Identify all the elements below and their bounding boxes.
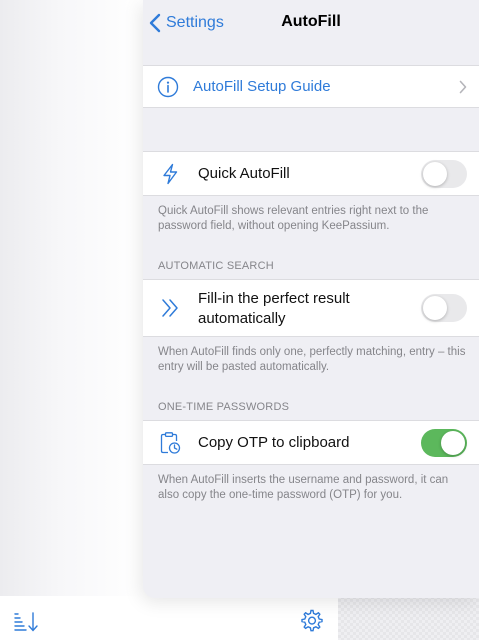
info-icon (157, 76, 179, 98)
copy-otp-toggle[interactable] (421, 429, 467, 457)
otp-header: ONE-TIME PASSWORDS (158, 401, 290, 413)
automatic-search-footer: When AutoFill finds only one, perfectly … (158, 346, 466, 373)
copy-otp-row: Copy OTP to clipboard (143, 420, 479, 465)
copy-otp-label: Copy OTP to clipboard (198, 434, 350, 451)
chevron-right-icon (459, 80, 467, 94)
toggle-knob (423, 296, 447, 320)
perfect-result-label: Fill-in the perfect result automatically (198, 290, 350, 327)
bolt-icon (163, 163, 178, 185)
quick-autofill-footer: Quick AutoFill shows relevant entries ri… (158, 205, 429, 232)
page-title: AutoFill (281, 13, 341, 30)
autofill-settings-popover: Settings AutoFill AutoFill Setup Guide Q… (143, 0, 479, 598)
double-chevron-icon (162, 299, 178, 317)
settings-button[interactable] (298, 608, 324, 634)
bottom-toolbar (0, 596, 338, 640)
otp-footer: When AutoFill inserts the username and p… (158, 474, 449, 501)
setup-guide-label: AutoFill Setup Guide (193, 78, 331, 95)
perfect-result-toggle[interactable] (421, 294, 467, 322)
perfect-result-row: Fill-in the perfect result automatically (143, 279, 479, 337)
gear-icon (301, 609, 323, 632)
toggle-knob (423, 162, 447, 186)
quick-autofill-label: Quick AutoFill (198, 165, 290, 182)
toggle-knob (441, 431, 465, 455)
navigation-bar: Settings AutoFill (143, 0, 479, 44)
clipboard-clock-icon (160, 432, 181, 454)
sort-icon (14, 612, 38, 632)
setup-guide-row[interactable]: AutoFill Setup Guide (143, 65, 479, 108)
automatic-search-header: AUTOMATIC SEARCH (158, 260, 274, 272)
quick-autofill-toggle[interactable] (421, 160, 467, 188)
background-pattern (338, 596, 479, 640)
quick-autofill-row: Quick AutoFill (143, 151, 479, 196)
sort-button[interactable] (12, 608, 40, 634)
